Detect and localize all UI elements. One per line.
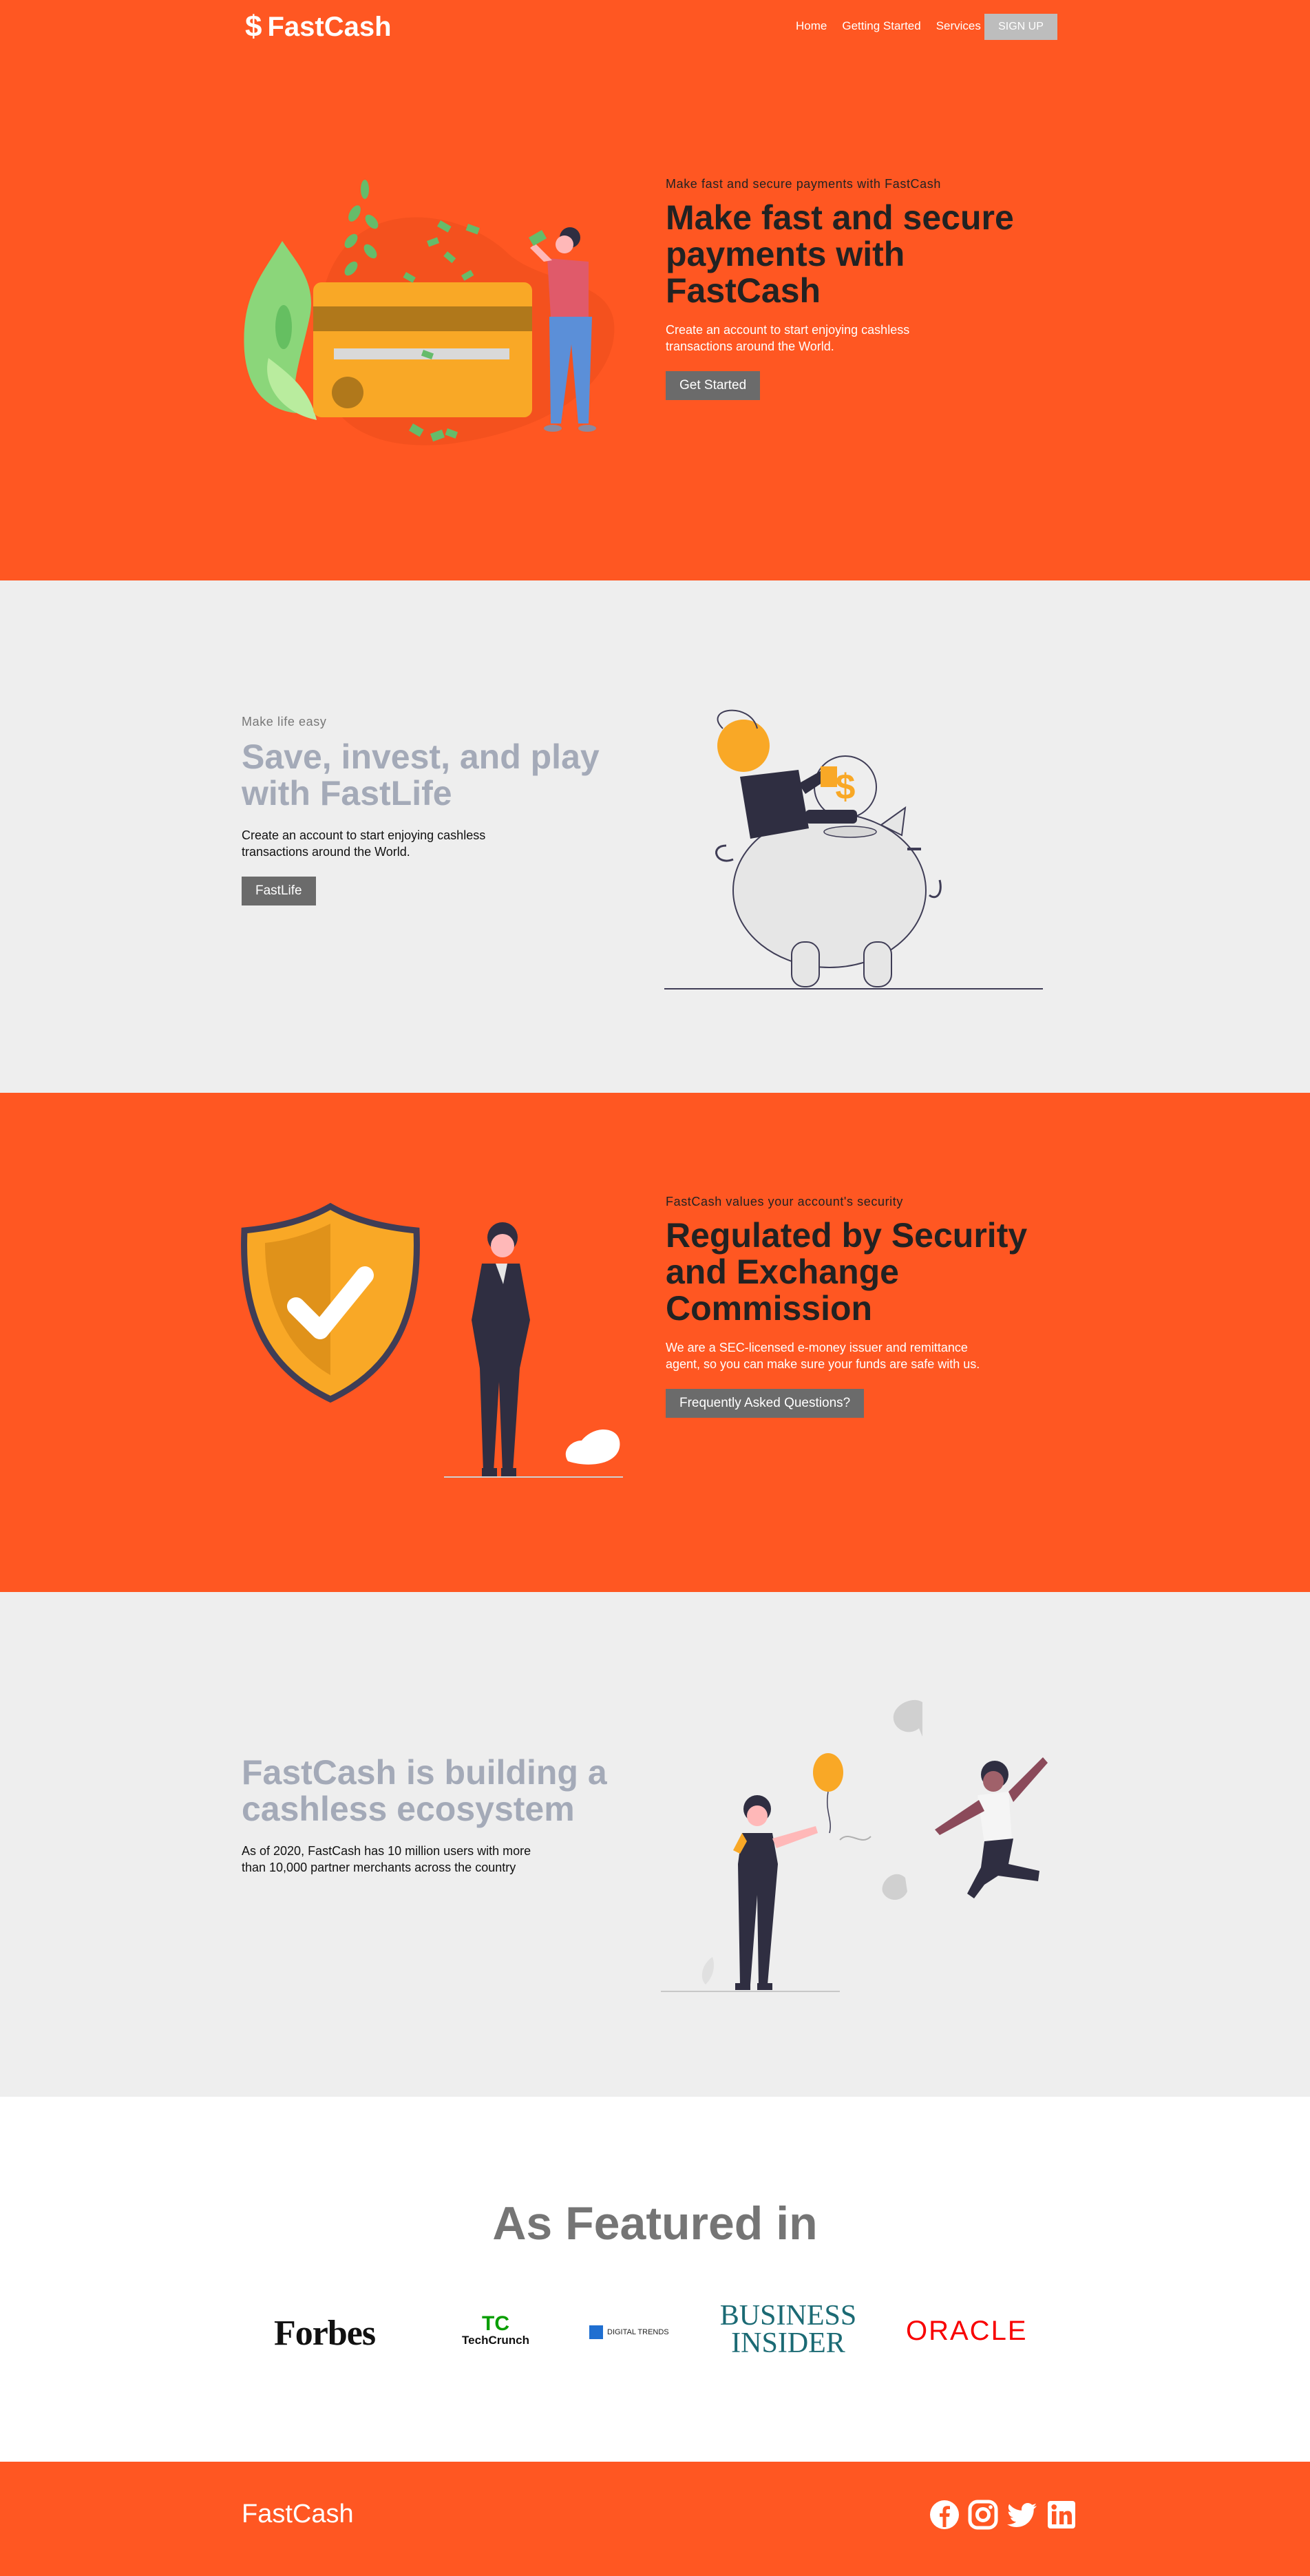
business-insider-logo[interactable]: BUSINESS INSIDER [716,2301,860,2358]
payment-card-illustration [244,180,615,446]
security-section: FastCash values your account's security … [0,1093,1310,1592]
dollar-icon: $ [245,10,262,43]
signup-button[interactable]: SIGN UP [984,14,1057,40]
instagram-icon[interactable] [968,2500,998,2530]
forbes-logo[interactable]: Forbes [274,2313,376,2354]
security-eyebrow: FastCash values your account's security [666,1195,903,1208]
security-description: We are a SEC-licensed e-money issuer and… [666,1341,980,1371]
fastlife-title: Save, invest, and play with FastLife [242,737,600,813]
nav-getting-started[interactable]: Getting Started [842,19,920,33]
linkedin-icon[interactable] [1046,2500,1077,2530]
nav-home[interactable]: Home [796,19,827,33]
security-shield-illustration [241,1203,623,1478]
fastlife-description: Create an account to start enjoying cash… [242,828,486,859]
featured-logos: Forbes TC TechCrunch DIGITAL TRENDS BUSI… [0,2296,1310,2365]
techcrunch-logo[interactable]: TC TechCrunch [457,2314,534,2347]
digital-trends-wordmark: DIGITAL TRENDS [607,2328,669,2336]
fastlife-button[interactable]: FastLife [242,877,316,905]
svg-text:$: $ [836,767,856,807]
techcrunch-wordmark: TechCrunch [462,2334,529,2347]
digital-trends-mark-icon [589,2325,603,2339]
hero-eyebrow: Make fast and secure payments with FastC… [666,177,941,191]
ecosystem-description: As of 2020, FastCash has 10 million user… [242,1844,531,1874]
footer [0,2462,1310,2576]
facebook-icon[interactable] [929,2500,960,2530]
get-started-button[interactable]: Get Started [666,371,761,400]
social-links [929,2500,1077,2530]
faq-button[interactable]: Frequently Asked Questions? [666,1389,865,1418]
celebration-illustration [661,1699,1048,1992]
ecosystem-section: FastCash is building a cashless ecosyste… [0,1592,1310,2097]
techcrunch-mark-icon: TC [482,2312,509,2335]
security-title: Regulated by Security and Exchange Commi… [666,1216,1028,1328]
featured-title: As Featured in [492,2197,818,2250]
fastlife-eyebrow: Make life easy [242,715,327,729]
featured-section [0,2097,1310,2462]
brand-logo[interactable]: $ FastCash [245,10,392,44]
digital-trends-logo[interactable]: DIGITAL TRENDS [589,2325,669,2339]
footer-brand: FastCash [242,2500,354,2528]
twitter-icon[interactable] [1006,2500,1038,2530]
hero-title: Make fast and secure payments with FastC… [666,198,1014,310]
piggy-bank-illustration: $ [664,709,1043,989]
hero-section: $ FastCash Home Getting Started Services… [0,0,1310,580]
brand-name: FastCash [267,11,392,42]
oracle-logo[interactable]: ORACLE [906,2316,1028,2347]
hero-description: Create an account to start enjoying cash… [666,323,910,353]
ecosystem-title: FastCash is building a cashless ecosyste… [242,1753,607,1828]
nav-services[interactable]: Services [936,19,981,33]
fastlife-section: Make life easy Save, invest, and play wi… [0,580,1310,1093]
nav-links: Home Getting Started Services [796,19,996,33]
